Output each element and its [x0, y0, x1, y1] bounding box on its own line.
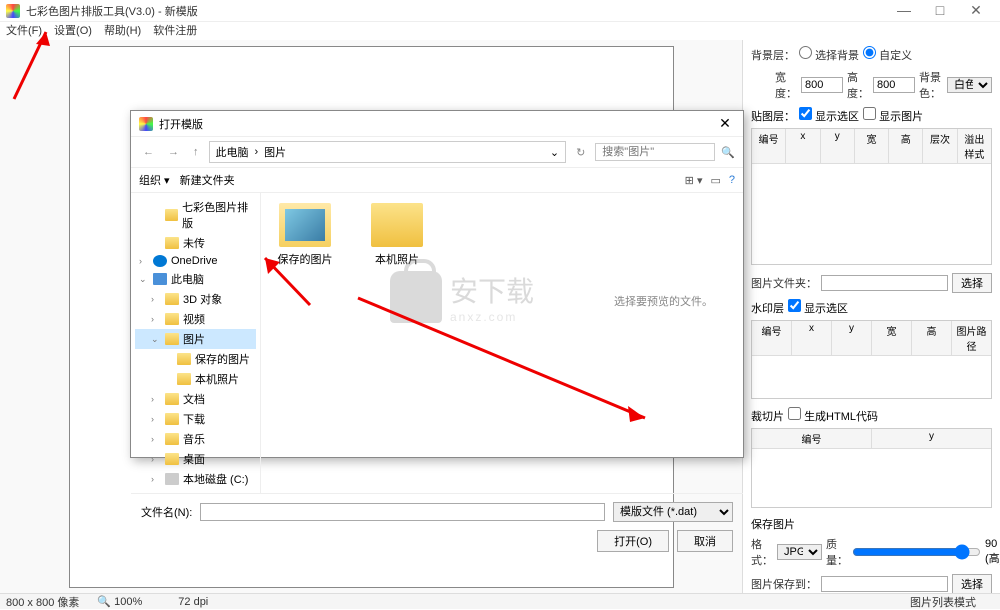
- file-item-saved-pictures[interactable]: 保存的图片: [271, 203, 339, 267]
- folder-tree[interactable]: 七彩色图片排版未传›OneDrive⌄此电脑›3D 对象›视频⌄图片保存的图片本…: [131, 193, 261, 493]
- status-size: 800 x 800 像素: [6, 594, 79, 610]
- side-panel: 背景层： 选择背景 自定义 宽度： 高度： 背景色： 白色 贴图层： 显示选区 …: [742, 40, 1000, 593]
- chk-show-selection-2[interactable]: 显示选区: [788, 299, 848, 316]
- tree-item[interactable]: ›文档: [135, 389, 256, 409]
- nav-up-icon[interactable]: ↑: [189, 146, 203, 158]
- tree-item[interactable]: ›桌面: [135, 449, 256, 469]
- status-dpi: 72 dpi: [178, 596, 208, 608]
- preview-hint: 选择要预览的文件。: [614, 293, 713, 309]
- menu-help[interactable]: 帮助(H): [104, 22, 141, 40]
- tree-item[interactable]: 七彩色图片排版: [135, 197, 256, 233]
- img-folder-label: 图片文件夹：: [751, 275, 817, 291]
- img-folder-input[interactable]: [821, 275, 948, 291]
- tree-item[interactable]: 保存的图片: [135, 349, 256, 369]
- dialog-close-icon[interactable]: ✕: [715, 115, 735, 132]
- maximize-icon[interactable]: □: [922, 2, 958, 19]
- radio-custom[interactable]: 自定义: [863, 46, 912, 63]
- radio-select-bg[interactable]: 选择背景: [799, 46, 859, 63]
- folder-icon: [371, 203, 423, 247]
- file-item-camera-roll[interactable]: 本机照片: [363, 203, 431, 267]
- filetype-select[interactable]: 模版文件 (*.dat): [613, 502, 733, 522]
- minimize-icon[interactable]: —: [886, 2, 922, 19]
- crop-label: 裁切片: [751, 408, 784, 424]
- search-icon[interactable]: 🔍: [721, 146, 735, 159]
- chk-show-selection[interactable]: 显示选区: [799, 107, 859, 124]
- tree-item[interactable]: ⌄图片: [135, 329, 256, 349]
- tree-item[interactable]: ›音乐: [135, 429, 256, 449]
- refresh-icon[interactable]: ↻: [572, 146, 589, 159]
- app-title: 七彩色图片排版工具(V3.0) - 新模版: [26, 3, 886, 19]
- open-button[interactable]: 打开(O): [597, 530, 669, 552]
- open-file-dialog: 打开模版 ✕ ← → ↑ 此电脑›图片 ⌄ ↻ 🔍 组织 ▾ 新建文件夹 ⊞ ▾…: [130, 110, 744, 458]
- select-save-button[interactable]: 选择: [952, 574, 992, 593]
- watermark-table[interactable]: 编号xy宽高图片路径: [751, 320, 992, 399]
- format-select[interactable]: JPG: [777, 544, 822, 560]
- menubar: 文件(F) 设置(O) 帮助(H) 软件注册: [0, 22, 1000, 40]
- select-folder-button[interactable]: 选择: [952, 273, 992, 293]
- chk-show-image[interactable]: 显示图片: [863, 107, 923, 124]
- tree-item[interactable]: ⌄此电脑: [135, 269, 256, 289]
- paste-layer-table[interactable]: 编号xy宽高层次溢出样式: [751, 128, 992, 265]
- paste-layer-label: 贴图层：: [751, 108, 795, 124]
- filename-label: 文件名(N):: [141, 504, 192, 520]
- height-input[interactable]: [873, 77, 915, 93]
- breadcrumb[interactable]: 此电脑›图片 ⌄: [209, 141, 567, 163]
- menu-file[interactable]: 文件(F): [6, 22, 42, 40]
- titlebar: 七彩色图片排版工具(V3.0) - 新模版 — □ ✕: [0, 0, 1000, 22]
- tree-item[interactable]: ›本地磁盘 (C:): [135, 469, 256, 489]
- nav-forward-icon[interactable]: →: [164, 146, 183, 158]
- tree-item[interactable]: ›下载: [135, 409, 256, 429]
- quality-label: 质量：: [826, 536, 848, 568]
- status-zoom: 🔍 100%: [97, 595, 160, 608]
- status-mode: 图片列表模式: [910, 594, 976, 610]
- save-section-label: 保存图片: [751, 516, 992, 532]
- width-label: 宽度：: [775, 69, 797, 101]
- bg-layer-label: 背景层：: [751, 47, 795, 63]
- statusbar: 800 x 800 像素 🔍 100% 72 dpi 图片列表模式: [0, 593, 1000, 609]
- organize-menu[interactable]: 组织 ▾: [139, 172, 170, 188]
- preview-pane-icon[interactable]: ▭: [710, 174, 720, 187]
- tree-item[interactable]: ›视频: [135, 309, 256, 329]
- watermark-layer-label: 水印层: [751, 300, 784, 316]
- save-to-label: 图片保存到：: [751, 576, 817, 592]
- tree-item[interactable]: 未传: [135, 233, 256, 253]
- chk-gen-html[interactable]: 生成HTML代码: [788, 407, 878, 424]
- quality-value: 90 (高): [985, 538, 1000, 566]
- app-icon: [6, 4, 20, 18]
- cancel-button[interactable]: 取消: [677, 530, 733, 552]
- dialog-icon: [139, 117, 153, 131]
- new-folder-button[interactable]: 新建文件夹: [180, 172, 235, 188]
- search-input[interactable]: [595, 143, 715, 161]
- crop-table[interactable]: 编号y: [751, 428, 992, 508]
- tree-item[interactable]: 本机照片: [135, 369, 256, 389]
- bgcolor-label: 背景色：: [919, 69, 943, 101]
- quality-slider[interactable]: [852, 544, 981, 560]
- menu-register[interactable]: 软件注册: [153, 22, 197, 40]
- dialog-title: 打开模版: [159, 116, 715, 132]
- save-to-input[interactable]: [821, 576, 948, 592]
- height-label: 高度：: [847, 69, 869, 101]
- filename-input[interactable]: [200, 503, 605, 521]
- folder-icon: [279, 203, 331, 247]
- nav-back-icon[interactable]: ←: [139, 146, 158, 158]
- width-input[interactable]: [801, 77, 843, 93]
- help-icon[interactable]: ?: [729, 174, 735, 187]
- menu-settings[interactable]: 设置(O): [54, 22, 92, 40]
- tree-item[interactable]: ›3D 对象: [135, 289, 256, 309]
- view-options-icon[interactable]: ⊞ ▾: [685, 174, 703, 187]
- file-list[interactable]: 保存的图片 本机照片 选择要预览的文件。: [261, 193, 743, 493]
- close-icon[interactable]: ✕: [958, 2, 994, 19]
- format-label: 格式：: [751, 536, 773, 568]
- bgcolor-select[interactable]: 白色: [947, 77, 992, 93]
- tree-item[interactable]: ›OneDrive: [135, 253, 256, 269]
